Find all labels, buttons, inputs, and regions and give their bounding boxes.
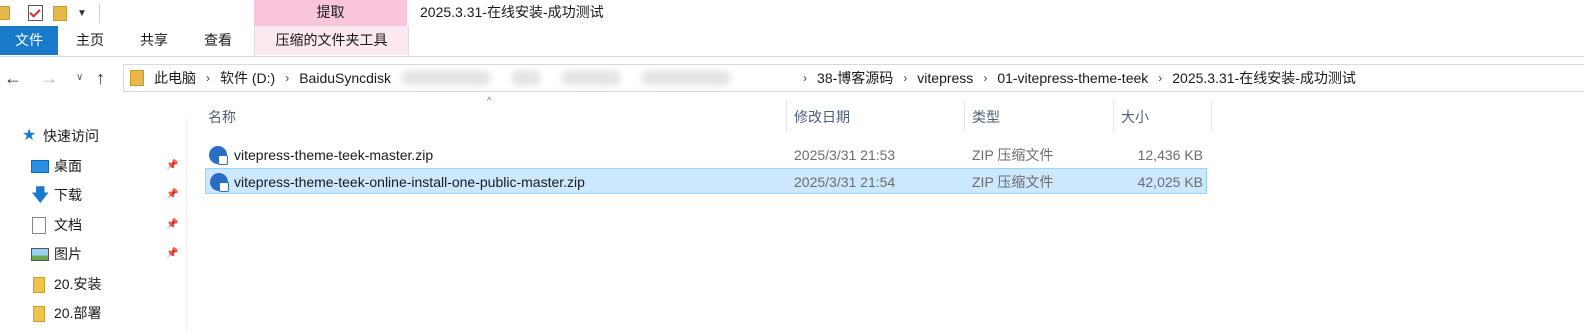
- desktop-icon: [31, 160, 49, 173]
- breadcrumb-separator[interactable]: ›: [206, 71, 210, 85]
- file-date: 2025/3/31 21:53: [794, 147, 896, 163]
- pin-icon[interactable]: 📌: [166, 212, 178, 238]
- breadcrumb-this-pc[interactable]: 此电脑: [154, 68, 196, 88]
- context-tab-group-extract: 提取: [254, 0, 407, 26]
- sidebar-item-label: 下载: [54, 187, 82, 203]
- blurred-path-segment: [391, 70, 793, 86]
- window-title: 2025.3.31-在线安装-成功测试: [420, 4, 604, 20]
- sidebar-item-pictures[interactable]: 图片 📌: [0, 241, 186, 267]
- pictures-icon: [31, 248, 49, 261]
- column-header-type[interactable]: 类型: [972, 106, 1000, 128]
- star-icon: ★: [22, 127, 37, 144]
- document-icon: [32, 217, 46, 234]
- zip-archive-icon: [209, 146, 228, 165]
- file-row[interactable]: vitepress-theme-teek-master.zip 2025/3/3…: [205, 142, 1207, 168]
- tab-home[interactable]: 主页: [70, 26, 110, 55]
- breadcrumb-separator[interactable]: ›: [803, 71, 807, 85]
- properties-icon[interactable]: [28, 5, 43, 21]
- navigation-pane: ★ 快速访问 桌面 📌 🡇 下载 📌 文档 📌 图片 📌 20.安装 20.部署: [0, 118, 187, 331]
- download-icon: 🡇: [31, 185, 50, 205]
- sidebar-item-downloads[interactable]: 🡇 下载 📌: [0, 182, 186, 208]
- sidebar-item-label: 快速访问: [43, 128, 99, 144]
- column-header-size[interactable]: 大小: [1121, 106, 1149, 128]
- column-header-date[interactable]: 修改日期: [794, 106, 850, 128]
- customize-toolbar-chevron-icon[interactable]: ▼: [77, 8, 87, 19]
- file-date: 2025/3/31 21:54: [794, 174, 896, 190]
- folder-icon: [0, 6, 10, 20]
- tab-share[interactable]: 共享: [134, 26, 174, 55]
- new-folder-icon[interactable]: [53, 5, 67, 21]
- breadcrumb-baidusyncdisk[interactable]: BaiduSyncdisk: [299, 70, 391, 86]
- tab-compressed-folder-tools[interactable]: 压缩的文件夹工具: [254, 26, 409, 55]
- breadcrumb-separator[interactable]: ›: [903, 71, 907, 85]
- file-type: ZIP 压缩文件: [972, 174, 1054, 190]
- address-bar[interactable]: 此电脑 › 软件 (D:) › BaiduSyncdisk › 38-博客源码 …: [123, 64, 1584, 92]
- file-row-selected[interactable]: vitepress-theme-teek-online-install-one-…: [205, 168, 1207, 194]
- recent-locations-chevron-icon[interactable]: ∨: [76, 66, 83, 90]
- breadcrumb-vitepress[interactable]: vitepress: [917, 70, 973, 86]
- sidebar-item-install-folder[interactable]: 20.安装: [0, 271, 186, 297]
- breadcrumb-separator[interactable]: ›: [983, 71, 987, 85]
- breadcrumb-separator[interactable]: ›: [285, 71, 289, 85]
- folder-icon: [33, 277, 45, 293]
- zip-archive-icon: [210, 173, 229, 192]
- sidebar-item-label: 桌面: [54, 158, 82, 174]
- folder-icon: [130, 70, 144, 86]
- sidebar-item-deploy-folder[interactable]: 20.部署: [0, 300, 186, 326]
- forward-arrow-icon[interactable]: →: [40, 66, 58, 90]
- column-divider[interactable]: [1113, 100, 1114, 132]
- sidebar-item-label: 文档: [54, 217, 82, 233]
- sidebar-item-label: 20.部署: [54, 305, 102, 321]
- quick-access-toolbar: ▼: [0, 0, 100, 26]
- column-header-name[interactable]: 名称: [208, 106, 236, 128]
- pin-icon[interactable]: 📌: [166, 241, 178, 267]
- column-divider[interactable]: [1211, 100, 1212, 132]
- file-size: 12,436 KB: [1137, 147, 1203, 163]
- file-name[interactable]: vitepress-theme-teek-master.zip: [234, 142, 433, 168]
- pin-icon[interactable]: 📌: [166, 153, 178, 179]
- file-type: ZIP 压缩文件: [972, 147, 1054, 163]
- breadcrumb-separator[interactable]: ›: [1158, 71, 1162, 85]
- toolbar-divider: [98, 3, 100, 23]
- sort-indicator-icon: ^: [487, 96, 492, 107]
- folder-icon: [33, 306, 45, 322]
- tab-file[interactable]: 文件: [0, 26, 58, 55]
- file-size: 42,025 KB: [1137, 174, 1203, 190]
- pin-icon[interactable]: 📌: [166, 182, 178, 208]
- breadcrumb-blog-source[interactable]: 38-博客源码: [817, 68, 893, 88]
- tab-view[interactable]: 查看: [198, 26, 238, 55]
- sidebar-item-label: 图片: [54, 246, 82, 262]
- column-divider[interactable]: [964, 100, 965, 132]
- sidebar-item-documents[interactable]: 文档 📌: [0, 212, 186, 238]
- back-arrow-icon[interactable]: ←: [4, 66, 22, 90]
- sidebar-item-quick-access[interactable]: ★ 快速访问: [0, 123, 186, 149]
- up-arrow-icon[interactable]: ↑: [96, 66, 105, 90]
- breadcrumb-drive[interactable]: 软件 (D:): [220, 68, 275, 88]
- sidebar-item-label: 20.安装: [54, 276, 102, 292]
- breadcrumb-current-folder[interactable]: 2025.3.31-在线安装-成功测试: [1172, 68, 1356, 88]
- column-divider[interactable]: [786, 100, 787, 132]
- file-name[interactable]: vitepress-theme-teek-online-install-one-…: [234, 169, 585, 195]
- breadcrumb-theme-teek[interactable]: 01-vitepress-theme-teek: [997, 70, 1148, 86]
- sidebar-item-desktop[interactable]: 桌面 📌: [0, 153, 186, 179]
